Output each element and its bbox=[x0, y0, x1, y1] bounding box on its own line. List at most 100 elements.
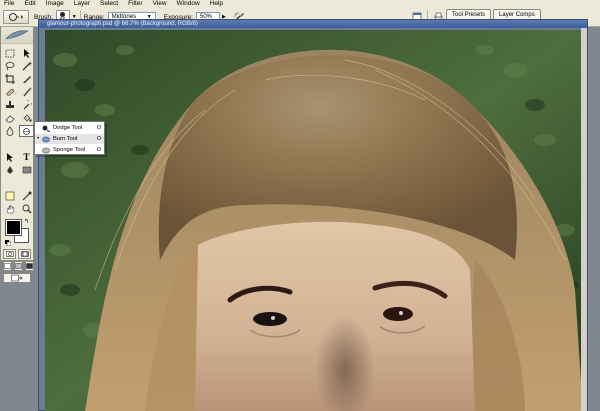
burn-tool-icon bbox=[41, 135, 50, 143]
screen-mode-icon bbox=[4, 263, 11, 269]
path-selection-arrow-icon bbox=[6, 153, 13, 162]
toolbox-panel: T ↰ bbox=[0, 27, 34, 283]
hand-icon bbox=[6, 205, 14, 214]
magnifier-icon bbox=[22, 204, 31, 214]
imageready-icon bbox=[11, 274, 23, 282]
quick-mask-icon bbox=[20, 251, 29, 257]
menu-select[interactable]: Select bbox=[100, 0, 118, 7]
menu-bar: File Edit Image Layer Select Filter View… bbox=[0, 0, 600, 7]
lasso-tool[interactable] bbox=[2, 60, 17, 72]
clone-stamp-tool[interactable] bbox=[2, 99, 17, 111]
flyout-item-sponge-tool[interactable]: Sponge Tool O bbox=[35, 145, 104, 155]
brush-tool[interactable] bbox=[19, 86, 34, 98]
pen-nib-icon bbox=[6, 166, 13, 174]
hand-tool[interactable] bbox=[2, 203, 17, 215]
default-colors-icon[interactable] bbox=[5, 240, 11, 246]
flyout-label: Burn Tool bbox=[53, 136, 78, 142]
eraser-icon bbox=[5, 115, 15, 123]
type-t-icon: T bbox=[23, 152, 30, 162]
note-icon bbox=[5, 191, 14, 201]
path-selection-tool[interactable] bbox=[2, 151, 17, 163]
toolbox-header[interactable] bbox=[1, 27, 33, 44]
bandage-icon bbox=[6, 88, 14, 96]
menu-edit[interactable]: Edit bbox=[24, 0, 35, 7]
quick-mask-row bbox=[1, 248, 33, 260]
flyout-label: Dodge Tool bbox=[53, 125, 83, 131]
menu-filter[interactable]: Filter bbox=[128, 0, 142, 7]
flyout-label: Sponge Tool bbox=[53, 147, 86, 153]
paint-bucket-icon bbox=[23, 114, 32, 122]
canvas[interactable] bbox=[45, 30, 583, 411]
lasso-icon bbox=[5, 62, 14, 71]
slice-knife-icon bbox=[22, 76, 31, 83]
move-tool[interactable] bbox=[19, 47, 34, 59]
screen-mode-row bbox=[1, 260, 34, 272]
paint-bucket-tool[interactable] bbox=[19, 112, 34, 124]
tab-tool-presets[interactable]: Tool Presets bbox=[446, 9, 492, 19]
full-screen-menu-icon bbox=[15, 263, 22, 269]
standard-mode-icon bbox=[5, 251, 14, 257]
standard-mode-button[interactable] bbox=[3, 249, 16, 259]
document-title[interactable]: glamour-photograph.psd @ 66.7% (Backgrou… bbox=[39, 20, 587, 28]
flyout-shortcut: O bbox=[96, 136, 102, 142]
dodge-tool-icon bbox=[41, 124, 50, 132]
tools-grid: T bbox=[1, 44, 34, 215]
sponge-tool-icon bbox=[41, 146, 50, 154]
magic-wand-icon bbox=[22, 61, 32, 71]
full-screen-icon bbox=[26, 263, 33, 269]
menu-window[interactable]: Window bbox=[177, 0, 200, 7]
menu-image[interactable]: Image bbox=[46, 0, 64, 7]
menu-help[interactable]: Help bbox=[210, 0, 223, 7]
dodge-burn-flyout-menu: Dodge Tool O • Burn Tool O Sponge Tool O bbox=[34, 121, 105, 155]
eyedropper-icon bbox=[22, 191, 31, 201]
healing-brush-tool[interactable] bbox=[2, 86, 17, 98]
tab-layer-comps[interactable]: Layer Comps bbox=[493, 9, 541, 19]
eyedropper-tool[interactable] bbox=[19, 190, 34, 202]
notes-tool[interactable] bbox=[2, 190, 17, 202]
vertical-scrollbar[interactable] bbox=[581, 28, 587, 411]
slice-tool[interactable] bbox=[19, 73, 34, 85]
photo-canvas-image bbox=[45, 30, 583, 411]
paintbrush-icon bbox=[23, 87, 32, 97]
blur-tool[interactable] bbox=[2, 125, 17, 137]
menu-file[interactable]: File bbox=[4, 0, 14, 7]
palette-well: Tool Presets Layer Comps bbox=[446, 9, 543, 19]
menu-view[interactable]: View bbox=[153, 0, 167, 7]
quick-mask-mode-button[interactable] bbox=[18, 249, 31, 259]
burn-hand-icon bbox=[23, 127, 30, 135]
foreground-color-swatch[interactable] bbox=[5, 219, 22, 236]
flyout-item-burn-tool[interactable]: • Burn Tool O bbox=[35, 134, 104, 144]
zoom-tool[interactable] bbox=[19, 203, 34, 215]
history-brush-icon bbox=[23, 100, 32, 110]
crop-tool[interactable] bbox=[2, 73, 17, 85]
magic-wand-tool[interactable] bbox=[19, 60, 34, 72]
rectangle-shape-icon bbox=[22, 166, 31, 174]
marquee-tool[interactable] bbox=[2, 47, 17, 59]
shape-tool[interactable] bbox=[19, 164, 34, 176]
feather-logo-icon bbox=[5, 30, 29, 40]
flyout-shortcut: O bbox=[96, 147, 102, 153]
jump-to-imageready-button[interactable] bbox=[3, 273, 31, 283]
flyout-item-dodge-tool[interactable]: Dodge Tool O bbox=[35, 123, 104, 133]
brush-tip-icon bbox=[60, 11, 66, 17]
blur-drop-icon bbox=[6, 126, 13, 136]
imageready-row bbox=[1, 272, 33, 284]
tool-preset-picker[interactable] bbox=[3, 10, 29, 24]
burn-tool-icon bbox=[9, 13, 23, 21]
type-tool[interactable]: T bbox=[19, 151, 34, 163]
eraser-tool[interactable] bbox=[2, 112, 17, 124]
move-arrow-icon bbox=[23, 49, 30, 58]
standard-screen-mode-button[interactable] bbox=[3, 261, 12, 271]
pen-tool[interactable] bbox=[2, 164, 17, 176]
history-brush-tool[interactable] bbox=[19, 99, 34, 111]
crop-icon bbox=[4, 74, 15, 84]
color-swatches: ↰ bbox=[4, 218, 33, 248]
full-screen-mode-button[interactable] bbox=[25, 261, 34, 271]
full-screen-menu-mode-button[interactable] bbox=[14, 261, 23, 271]
dodge-burn-tool[interactable] bbox=[19, 125, 34, 137]
menu-layer[interactable]: Layer bbox=[74, 0, 90, 7]
document-window: glamour-photograph.psd @ 66.7% (Backgrou… bbox=[38, 19, 588, 411]
marquee-icon bbox=[5, 49, 14, 57]
flyout-shortcut: O bbox=[96, 125, 102, 131]
swap-colors-icon[interactable]: ↰ bbox=[24, 218, 29, 225]
